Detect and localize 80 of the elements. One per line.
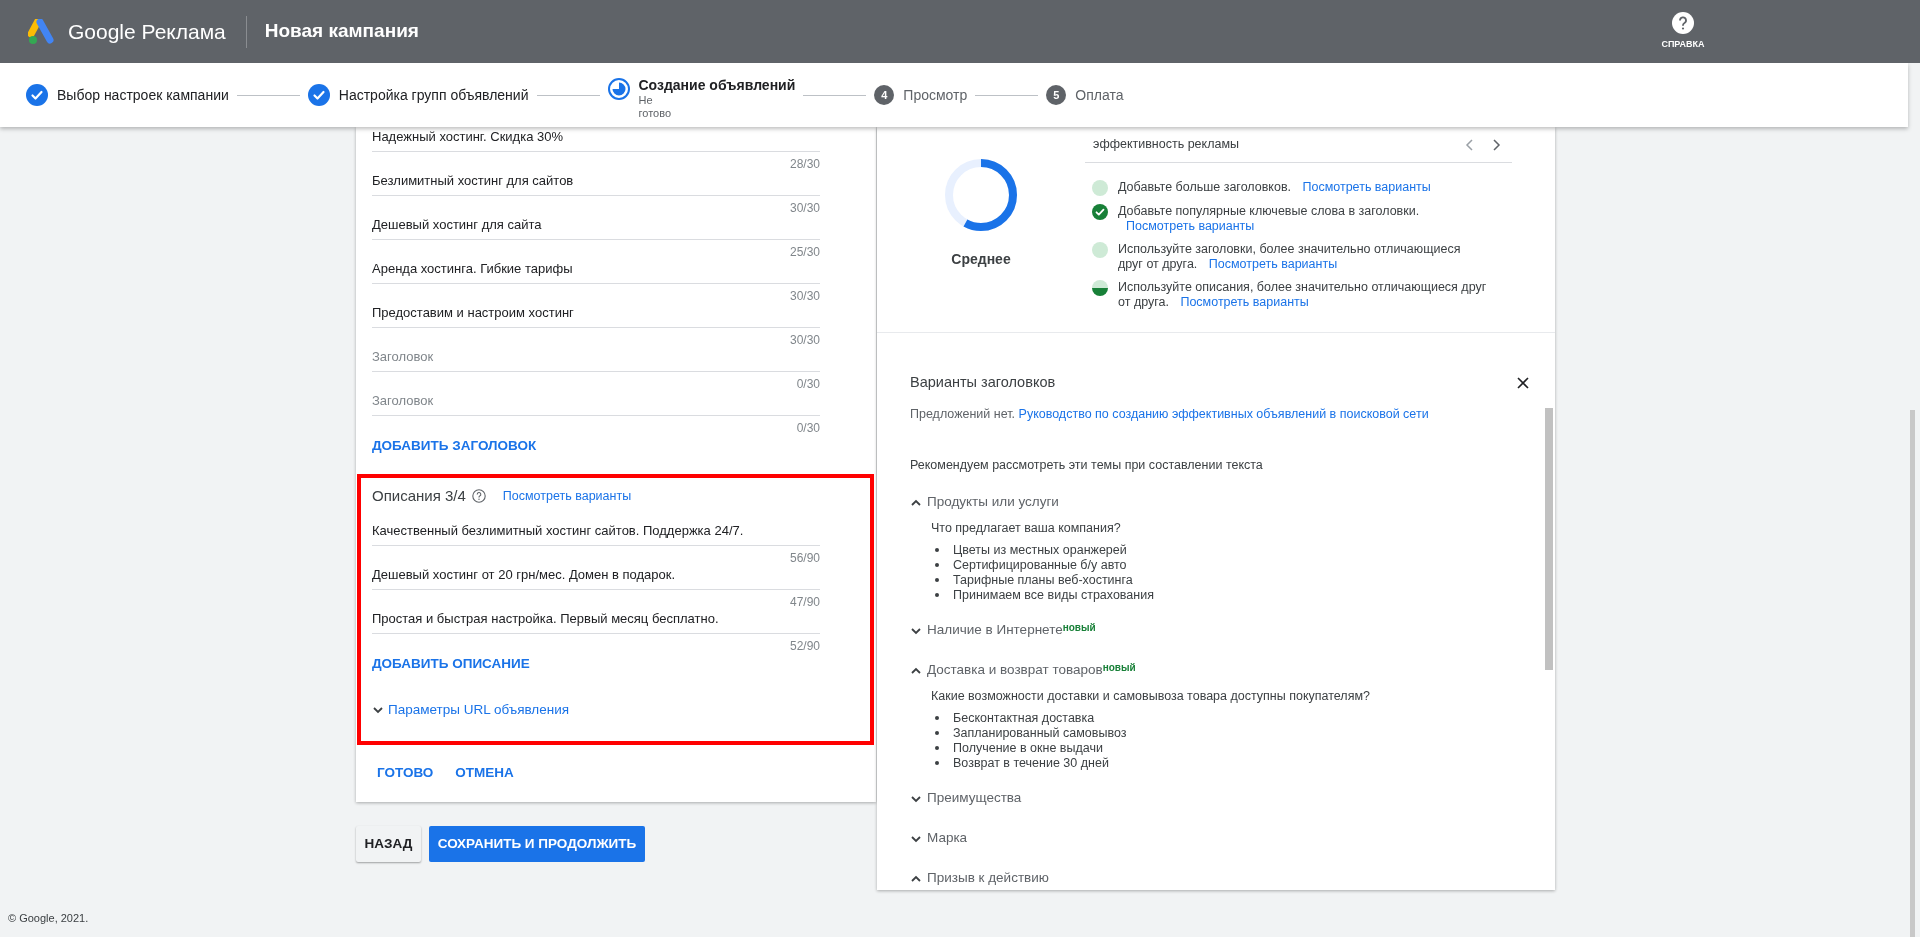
example-text: Сертифицированные б/у авто xyxy=(953,557,1127,573)
view-options-link[interactable]: Посмотреть варианты xyxy=(1180,295,1309,309)
text-field[interactable]: Безлимитный хостинг для сайтов xyxy=(372,172,820,196)
add-headline-button[interactable]: ДОБАВИТЬ ЗАГОЛОВОК xyxy=(372,436,537,456)
action-button[interactable]: ГОТОВО xyxy=(376,763,435,784)
topic-toggle[interactable]: Преимущества xyxy=(910,788,1022,809)
text-field[interactable]: Качественный безлимитный хостинг сайтов. Поддержка 24/7. xyxy=(372,522,820,546)
topic-toggle[interactable]: Наличие в Интернете$^{новый}$ xyxy=(910,620,1096,641)
character-counter: 0/30 xyxy=(796,376,820,392)
tip-text: Добавьте больше заголовков. Посмотреть варианты xyxy=(1118,180,1432,195)
text-field[interactable]: Заголовок xyxy=(372,348,820,372)
topic-question: Что предлагает ваша компания? xyxy=(931,519,1122,536)
no-suggestions-text: Предложений нет. Руководство по созданию эффективных объявлений в поисковой сети xyxy=(910,406,1430,423)
topic-toggle[interactable]: Продукты или услуги xyxy=(910,492,1059,513)
text-field[interactable]: Дешевый хостинг от 20 грн/мес. Домен в подарок. xyxy=(372,566,820,590)
back-button[interactable]: НАЗАД xyxy=(356,826,421,862)
character-counter: 30/30 xyxy=(789,332,820,348)
close-icon[interactable] xyxy=(1517,377,1529,389)
strength-rating: Среднее xyxy=(951,250,1011,269)
copyright: © Google, 2021. xyxy=(8,910,89,926)
character-counter: 52/90 xyxy=(789,638,820,654)
add-description-button[interactable]: ДОБАВИТЬ ОПИСАНИЕ xyxy=(372,654,530,674)
help-icon[interactable] xyxy=(471,489,486,503)
step-label[interactable]: Просмотр xyxy=(903,84,968,106)
guide-link[interactable]: Руководство по созданию эффективных объявлений в поисковой сети xyxy=(1018,407,1429,421)
help-button[interactable]: СПРАВКА xyxy=(1660,12,1706,52)
example-text: Запланированный самовывоз xyxy=(953,725,1127,741)
topic-question: Какие возможности доставки и самовывоза товара доступны покупателям? xyxy=(931,687,1371,704)
view-options-link[interactable]: Посмотреть варианты xyxy=(502,486,632,506)
tip-text: Используйте описания, более значительно отличающиеся друг от друга. Посмотреть варианты xyxy=(1118,280,1488,310)
page-title: Новая кампания xyxy=(264,19,419,44)
example-text: Возврат в течение 30 дней xyxy=(953,755,1109,771)
text-field[interactable]: Предоставим и настроим хостинг xyxy=(372,304,820,328)
topic-toggle[interactable]: Призыв к действию xyxy=(910,868,1049,889)
character-counter: 30/30 xyxy=(789,288,820,304)
tip-text: Добавьте популярные ключевые слова в заголовки. Посмотреть варианты xyxy=(1118,204,1421,234)
strength-caption: эффективность рекламы xyxy=(1093,136,1240,154)
character-counter: 30/30 xyxy=(789,200,820,216)
step-status: Не готово xyxy=(638,94,673,120)
step-number: 5 xyxy=(1046,85,1067,105)
chevron-down-icon xyxy=(372,704,384,716)
example-text: Бесконтактная доставка xyxy=(953,710,1095,726)
intro-text: Рекомендуем рассмотреть эти темы при составлении текста xyxy=(910,456,1264,474)
panel-title: Варианты заголовков xyxy=(910,373,1056,393)
view-options-link[interactable]: Посмотреть варианты xyxy=(1208,257,1338,271)
character-counter: 28/30 xyxy=(789,156,820,172)
character-counter: 47/90 xyxy=(789,594,820,610)
topic-toggle[interactable]: Доставка и возврат товаров$^{новый}$ xyxy=(910,660,1136,681)
example-text: Тарифные планы веб-хостинга xyxy=(953,572,1133,588)
step-label[interactable]: Выбор настроек кампании xyxy=(57,84,229,106)
next-icon[interactable] xyxy=(1490,137,1502,152)
example-text: Принимаем все виды страхования xyxy=(953,587,1154,603)
section-title: Описания 3/4 xyxy=(372,485,466,506)
url-options-toggle[interactable]: Параметры URL объявления xyxy=(372,700,570,720)
save-continue-button[interactable]: СОХРАНИТЬ И ПРОДОЛЖИТЬ xyxy=(429,826,645,862)
product-name: Google Реклама xyxy=(68,18,226,45)
character-counter: 56/90 xyxy=(789,550,820,566)
previous-icon[interactable] xyxy=(1464,137,1476,152)
text-field[interactable]: Дешевый хостинг для сайта xyxy=(372,216,820,240)
panel-scrollbar[interactable] xyxy=(1545,408,1553,670)
example-text: Цветы из местных оранжерей xyxy=(953,542,1127,558)
example-text: Получение в окне выдачи xyxy=(953,740,1103,756)
step-label[interactable]: Настройка групп объявлений xyxy=(338,84,529,106)
view-options-link[interactable]: Посмотреть варианты xyxy=(1126,219,1255,233)
text-field[interactable]: Надежный хостинг. Скидка 30% xyxy=(372,128,820,152)
view-options-link[interactable]: Посмотреть варианты xyxy=(1302,180,1431,194)
help-icon xyxy=(1672,12,1694,34)
logo-icon xyxy=(28,18,56,45)
text-field[interactable]: Простая и быстрая настройка. Первый месяц бесплатно. xyxy=(372,610,820,634)
character-counter: 25/30 xyxy=(789,244,820,260)
character-counter: 0/30 xyxy=(796,420,820,436)
tip-text: Используйте заголовки, более значительно отличающиеся друг от друга. Посмотреть варианты xyxy=(1118,242,1462,272)
text-field[interactable]: Аренда хостинга. Гибкие тарифы xyxy=(372,260,820,284)
step-number: 4 xyxy=(874,85,895,105)
text-field[interactable]: Заголовок xyxy=(372,392,820,416)
topic-toggle[interactable]: Марка xyxy=(910,828,968,849)
page-scrollbar[interactable] xyxy=(1910,410,1915,937)
step-label[interactable]: Создание объявлений xyxy=(638,77,796,94)
action-button[interactable]: ОТМЕНА xyxy=(454,763,515,784)
step-label[interactable]: Оплата xyxy=(1075,84,1124,106)
